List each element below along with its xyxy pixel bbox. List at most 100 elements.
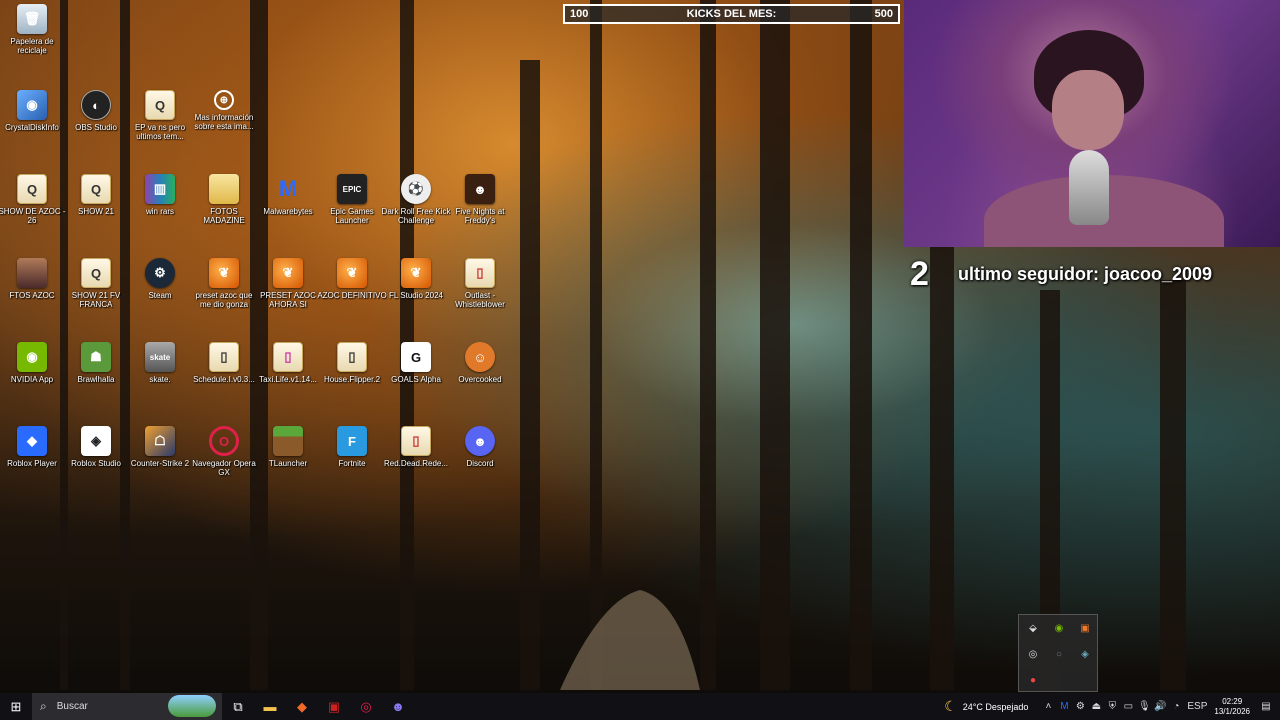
desktop-icon-house-flipper[interactable]: ▯ House.Flipper.2 [320, 338, 384, 414]
desktop-icon-show-21-fv[interactable]: Q SHOW 21 FV FRANCA [64, 254, 128, 330]
document-icon: Q [81, 258, 111, 288]
soccer-ball-icon: ⚽ [401, 174, 431, 204]
desktop-icon-ep-folder[interactable]: Q EP va ns pero ultimos tem... [128, 86, 192, 162]
folder-dark-icon [17, 258, 47, 288]
roblox-studio-icon: ◈ [81, 426, 111, 456]
desktop-icon-dark-roll[interactable]: ⚽ Dark Roll Free Kick Challenge [382, 170, 450, 246]
brawlhalla-icon: ☗ [81, 342, 111, 372]
desktop-icon-fotos-madazine[interactable]: FOTOS MADAZINE [192, 170, 256, 246]
kicks-min: 100 [570, 8, 589, 20]
desktop-icon-skate[interactable]: skate skate. [128, 338, 192, 414]
desktop-icon-brawlhalla[interactable]: ☗ Brawlhalla [64, 338, 128, 414]
usb-icon[interactable]: ⏏ [1088, 701, 1104, 712]
winrar-icon: ▥ [145, 174, 175, 204]
discord-icon: ☻ [465, 426, 495, 456]
desktop-icon-opera-gx[interactable]: O Navegador Opera GX [192, 422, 256, 498]
tray-circle-icon[interactable]: ○ [1046, 641, 1072, 667]
desktop-icon-steam[interactable]: ⚙ Steam [128, 254, 192, 330]
opera-gx-icon: ◎ [360, 698, 372, 714]
desktop-icon-tlauncher[interactable]: TLauncher [256, 422, 320, 498]
brave-button[interactable]: ◆ [286, 693, 318, 720]
fl-studio-icon: ❦ [401, 258, 431, 288]
desktop-icon-fl-studio[interactable]: ❦ FL Studio 2024 [384, 254, 448, 330]
fl-studio-icon: ❦ [337, 258, 367, 288]
desktop-icon-roblox-studio[interactable]: ◈ Roblox Studio [64, 422, 128, 498]
desktop-icon-nvidia[interactable]: ◉ NVIDIA App [0, 338, 64, 414]
windows-icon: ⊞ [10, 698, 22, 714]
tray-app-icon[interactable]: ⬙ [1020, 615, 1046, 641]
desktop-icon-show-21[interactable]: Q SHOW 21 [64, 170, 128, 246]
notifications-icon[interactable]: ▤ [1258, 701, 1274, 712]
file-explorer-button[interactable]: ▬ [254, 693, 286, 720]
weather-widget[interactable]: ☾ 24°C Despejado [944, 698, 1028, 715]
obs-taskbar-button[interactable]: ▣ [318, 693, 350, 720]
desktop-icon-epic-games[interactable]: EPIC Epic Games Launcher [320, 170, 384, 246]
obs-icon: ◐ [81, 90, 111, 120]
volume-icon[interactable]: 🔊 [1152, 701, 1168, 712]
desktop-icon-roblox-player[interactable]: ◆ Roblox Player [0, 422, 64, 498]
desktop-icon-taxi-life[interactable]: ▯ Taxi.Life.v1.14... [256, 338, 320, 414]
epic-games-icon: EPIC [337, 174, 367, 204]
opera-gx-icon: O [209, 426, 239, 456]
desktop-icon-malwarebytes[interactable]: M Malwarebytes [256, 170, 320, 246]
document-icon: ▯ [337, 342, 367, 372]
nvidia-icon: ◉ [17, 342, 47, 372]
desktop-icon-crystaldiskinfo[interactable]: ◉ CrystalDiskInfo [0, 86, 64, 162]
desktop-icon-preset-azoc-gonza[interactable]: ❦ preset azoc que me dio gonza [192, 254, 256, 330]
nvidia-tray-icon[interactable]: ◉ [1046, 615, 1072, 641]
search-placeholder: Buscar [56, 701, 88, 712]
clock-date: 13/1/2026 [1214, 706, 1250, 716]
folder-icon [209, 174, 239, 204]
desktop-icon-more-info[interactable]: ⊕ Mas información sobre esta ima... [192, 86, 256, 162]
system-tray: ☾ 24°C Despejado ˄ M ⚙ ⏏ ⛨ ▭ 🎙 🔊 ◔ ESP 0… [944, 693, 1280, 720]
desktop-icon-show-de-azoc[interactable]: Q SHOW DE AZOC - 26 [0, 170, 66, 246]
desktop-icon-azoc-definitivo[interactable]: ❦ AZOC DEFINITIVO [317, 254, 387, 330]
clock[interactable]: 02:29 13/1/2026 [1214, 697, 1250, 717]
weather-text: 24°C Despejado [962, 701, 1029, 712]
display-icon[interactable]: ▭ [1120, 701, 1136, 712]
discord-taskbar-button[interactable]: ☻ [382, 693, 414, 720]
desktop-icon-ftos-azoc[interactable]: FTOS AZOC [0, 254, 64, 330]
desktop-icon-goals[interactable]: G GOALS Alpha [384, 338, 448, 414]
start-button[interactable]: ⊞ [0, 693, 32, 720]
desktop-icon-recycle-bin[interactable]: 🗑 Papelera de reciclaje [0, 0, 64, 76]
desktop-icon-preset-azoc-ahora[interactable]: ❦ PRESET AZOC AHORA SI [256, 254, 320, 330]
folder-icon: ▬ [263, 699, 277, 714]
document-icon: Q [17, 174, 47, 204]
desktop-icon-discord[interactable]: ☻ Discord [448, 422, 512, 498]
desktop-icon-obs-studio[interactable]: ◐ OBS Studio [64, 86, 128, 162]
desktop-icon-outlast[interactable]: ▯ Outlast - Whistleblower [448, 254, 512, 330]
tray-red-icon[interactable]: ● [1020, 667, 1046, 693]
desktop-icon-win-rars[interactable]: ▥ win rars [128, 170, 192, 246]
tray-colorful-icon[interactable]: ◈ [1072, 641, 1098, 667]
desktop-icon-fortnite[interactable]: F Fortnite [320, 422, 384, 498]
steam-tray-icon[interactable]: ⚙ [1072, 701, 1088, 712]
opera-gx-taskbar-button[interactable]: ◎ [350, 693, 382, 720]
desktop-icon-schedule[interactable]: ▯ Schedule.I.v0.3... [192, 338, 256, 414]
security-icon[interactable]: ⛨ [1104, 701, 1120, 712]
tray-eye-icon[interactable]: ◎ [1020, 641, 1046, 667]
tray-overflow-popup: ⬙ ◉ ▣ ◎ ○ ◈ ● [1018, 614, 1098, 692]
desktop-icon-overcooked[interactable]: ☺ Overcooked [448, 338, 512, 414]
roblox-icon: ◆ [17, 426, 47, 456]
overcooked-icon: ☺ [465, 342, 495, 372]
microphone-icon[interactable]: 🎙 [1136, 701, 1152, 712]
recycle-bin-icon: 🗑 [17, 4, 47, 34]
malwarebytes-tray-icon[interactable]: M [1056, 701, 1072, 712]
desktop-icon-cs2[interactable]: ☖ Counter-Strike 2 [128, 422, 192, 498]
task-view-button[interactable]: ⧉ [222, 693, 254, 720]
desktop-icon-red-dead[interactable]: ▯ Red.Dead.Rede... [384, 422, 448, 498]
tray-app-orange-icon[interactable]: ▣ [1072, 615, 1098, 641]
search-icon: ⌕ [40, 699, 47, 713]
steam-icon: ⚙ [145, 258, 175, 288]
network-icon[interactable]: ◔ [1168, 701, 1184, 712]
fortnite-icon: F [337, 426, 367, 456]
chevron-up-icon[interactable]: ˄ [1040, 701, 1056, 712]
desktop-icon-fnaf[interactable]: ☻ Five Nights at Freddy's [448, 170, 512, 246]
task-view-icon: ⧉ [233, 698, 243, 714]
goals-icon: G [401, 342, 431, 372]
last-follower-text: ultimo seguidor: joacoo_2009 [958, 263, 1213, 284]
language-indicator[interactable]: ESP [1184, 701, 1210, 712]
kicks-counter-bar: 100 KICKS DEL MES: 500 [563, 4, 900, 24]
search-box[interactable]: ⌕ Buscar [32, 693, 222, 720]
